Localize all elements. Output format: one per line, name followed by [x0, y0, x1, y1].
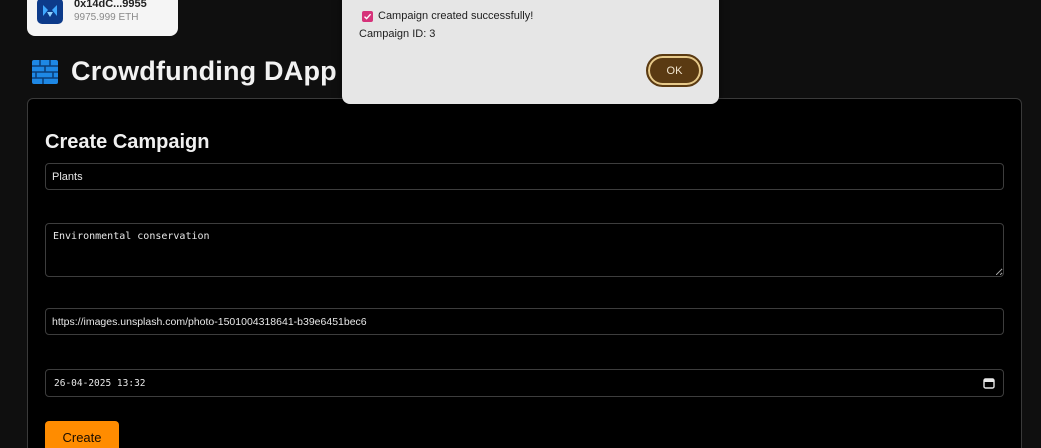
create-button[interactable]: Create	[45, 421, 119, 448]
create-campaign-form: Create Campaign Environmental conservati…	[27, 98, 1022, 448]
campaign-deadline-input[interactable]: 26-04-2025 13:32	[45, 369, 1004, 397]
alert-dialog: Campaign created successfully! Campaign …	[342, 0, 719, 104]
page-title: Crowdfunding DApp	[71, 56, 337, 86]
campaign-name-input[interactable]	[45, 163, 1004, 190]
brick-wall-icon	[32, 59, 58, 84]
form-heading: Create Campaign	[45, 131, 210, 153]
dialog-message: Campaign created successfully!	[378, 10, 534, 22]
check-icon	[362, 10, 373, 22]
campaign-description-input[interactable]: Environmental conservation	[45, 223, 1004, 277]
wallet-icon	[37, 0, 63, 24]
wallet-balance: 9975.999 ETH	[74, 11, 139, 23]
campaign-image-url-input[interactable]	[45, 308, 1004, 335]
wallet-address: 0x14dC...9955	[74, 0, 147, 10]
page-header: Crowdfunding DApp	[31, 56, 337, 87]
calendar-icon[interactable]	[983, 377, 995, 389]
deadline-value: 26-04-2025 13:32	[54, 377, 146, 389]
campaign-id-text: Campaign ID: 3	[359, 28, 436, 40]
ok-button[interactable]: OK	[646, 54, 703, 87]
page: 0x14dC...9955 9975.999 ETH Crowdfunding …	[0, 0, 1041, 448]
wallet-chip[interactable]: 0x14dC...9955 9975.999 ETH	[27, 0, 178, 36]
